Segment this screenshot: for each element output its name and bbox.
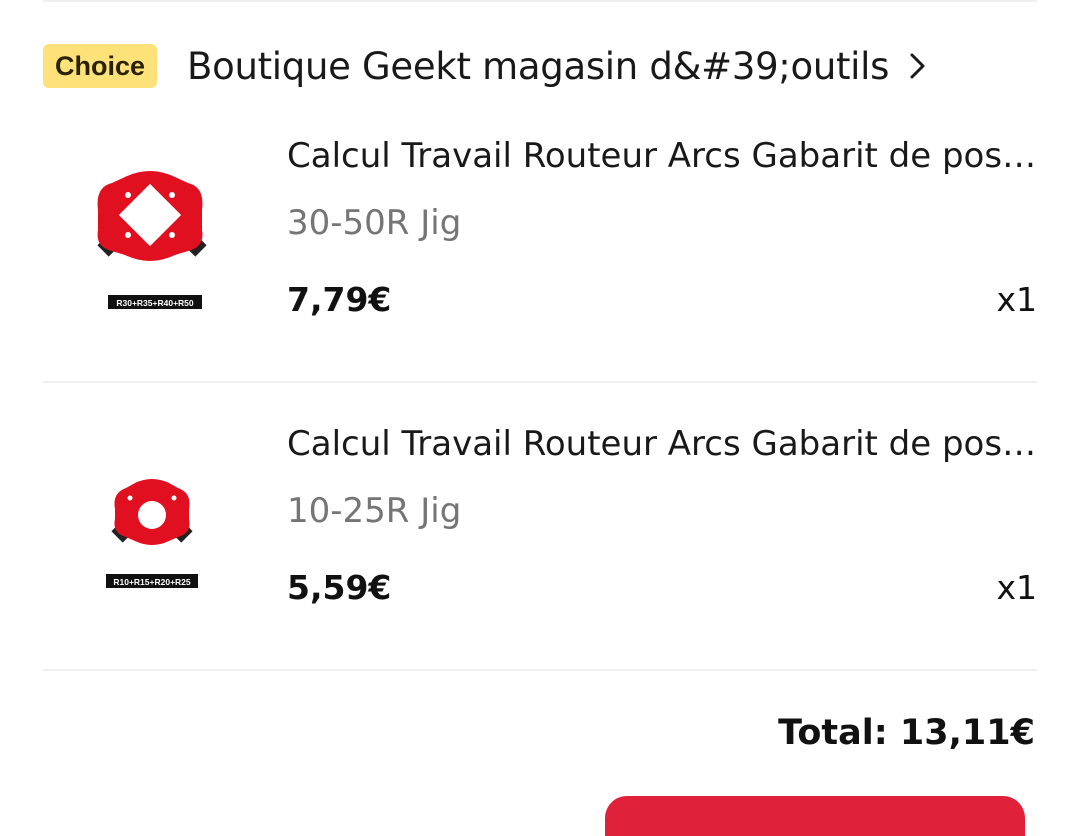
product-image[interactable]: R30+R35+R40+R50: [70, 155, 240, 325]
cart-item[interactable]: R30+R35+R40+R50 Calcul Travail Routeur A…: [0, 130, 1080, 390]
product-title[interactable]: Calcul Travail Routeur Arcs Gabarit de p…: [287, 136, 1037, 176]
store-name[interactable]: Boutique Geekt magasin d&#39;outils: [187, 45, 889, 88]
store-header[interactable]: Choice Boutique Geekt magasin d&#39;outi…: [43, 43, 929, 89]
product-variant: 30-50R Jig: [287, 203, 462, 243]
product-title[interactable]: Calcul Travail Routeur Arcs Gabarit de p…: [287, 424, 1037, 464]
image-caption: R10+R15+R20+R25: [113, 577, 191, 587]
cart-item[interactable]: R10+R15+R20+R25 Calcul Travail Routeur A…: [0, 418, 1080, 678]
item-divider: [43, 381, 1037, 383]
product-variant: 10-25R Jig: [287, 491, 462, 531]
checkout-button[interactable]: [605, 796, 1025, 836]
product-image[interactable]: R10+R15+R20+R25: [70, 443, 240, 613]
product-price: 5,59€: [287, 568, 392, 607]
choice-badge: Choice: [43, 44, 158, 88]
chevron-right-icon[interactable]: [907, 51, 929, 81]
image-caption: R30+R35+R40+R50: [116, 298, 194, 308]
order-total: Total: 13,11€: [778, 713, 1035, 753]
product-quantity: x1: [996, 568, 1037, 607]
item-divider: [43, 669, 1037, 671]
top-divider: [43, 0, 1037, 2]
product-quantity: x1: [996, 280, 1037, 319]
product-price: 7,79€: [287, 280, 392, 319]
